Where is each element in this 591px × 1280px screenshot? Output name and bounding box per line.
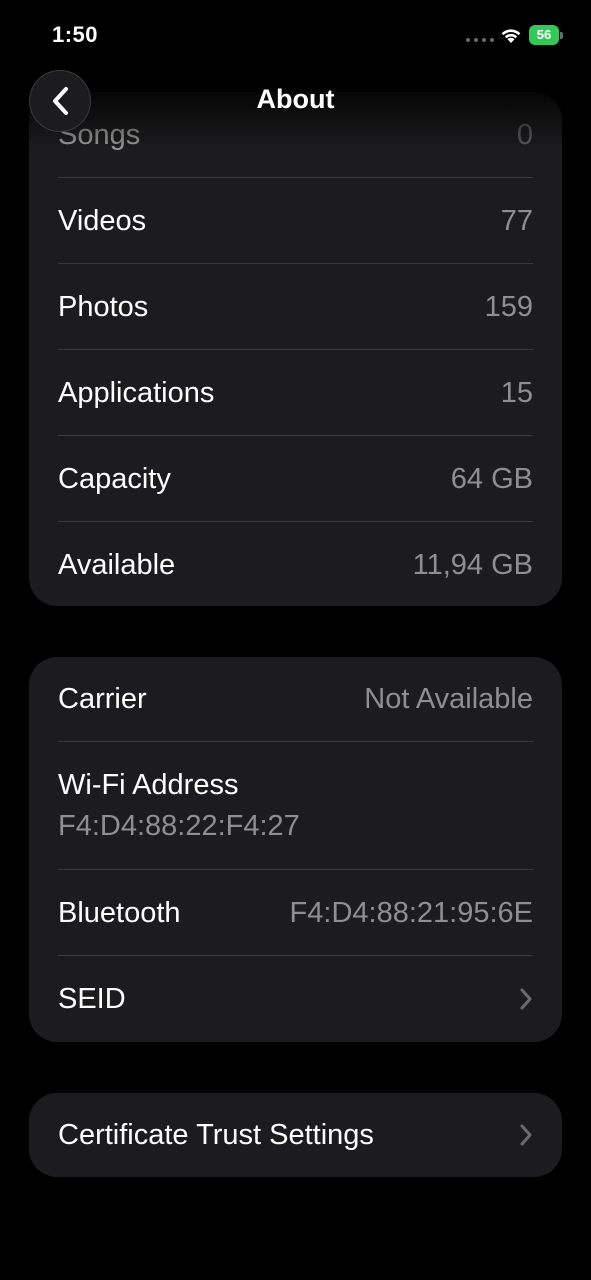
applications-label: Applications: [58, 376, 215, 409]
page-title: About: [256, 84, 335, 114]
carrier-label: Carrier: [58, 683, 147, 715]
certificate-trust-settings-label: Certificate Trust Settings: [58, 1118, 374, 1151]
available-value: 11,94 GB: [412, 548, 533, 581]
row-videos: Videos 77: [29, 178, 562, 264]
battery-icon: 56: [529, 25, 563, 45]
status-bar: 1:50 56: [0, 0, 591, 70]
row-available: Available 11,94 GB: [29, 522, 562, 606]
applications-value: 15: [500, 376, 533, 409]
seid-label: SEID: [58, 982, 126, 1015]
row-carrier: Carrier Not Available: [29, 657, 562, 742]
capacity-label: Capacity: [58, 462, 171, 495]
chevron-right-icon: [520, 988, 532, 1010]
videos-value: 77: [500, 204, 533, 237]
row-certificate-trust-settings[interactable]: Certificate Trust Settings: [29, 1093, 562, 1177]
row-applications: Applications 15: [29, 350, 562, 436]
bluetooth-value: F4:D4:88:21:95:6E: [289, 896, 533, 929]
network-group: Carrier Not Available Wi-Fi Address F4:D…: [29, 657, 562, 1042]
battery-level: 56: [529, 25, 559, 45]
row-photos: Photos 159: [29, 264, 562, 350]
photos-label: Photos: [58, 290, 149, 323]
certificate-group: Certificate Trust Settings: [29, 1093, 562, 1177]
capacity-value: 64 GB: [450, 462, 533, 495]
storage-group: Songs 0 Videos 77 Photos 159 Application…: [29, 92, 562, 606]
row-capacity: Capacity 64 GB: [29, 436, 562, 522]
available-label: Available: [58, 548, 176, 581]
photos-value: 159: [484, 290, 533, 323]
songs-value: 0: [516, 118, 533, 151]
chevron-right-icon: [520, 1124, 532, 1146]
videos-label: Videos: [58, 204, 147, 237]
carrier-value: Not Available: [364, 683, 533, 715]
row-bluetooth[interactable]: Bluetooth F4:D4:88:21:95:6E: [29, 870, 562, 956]
wifi-address-value: F4:D4:88:22:F4:27: [58, 810, 300, 842]
bluetooth-label: Bluetooth: [58, 896, 181, 929]
status-time: 1:50: [52, 22, 99, 47]
row-wifi-address[interactable]: Wi-Fi Address F4:D4:88:22:F4:27: [29, 742, 562, 870]
cellular-signal-icon: [466, 38, 494, 42]
wifi-address-label: Wi-Fi Address: [58, 769, 239, 801]
wifi-icon: [501, 29, 521, 43]
row-seid[interactable]: SEID: [29, 956, 562, 1042]
